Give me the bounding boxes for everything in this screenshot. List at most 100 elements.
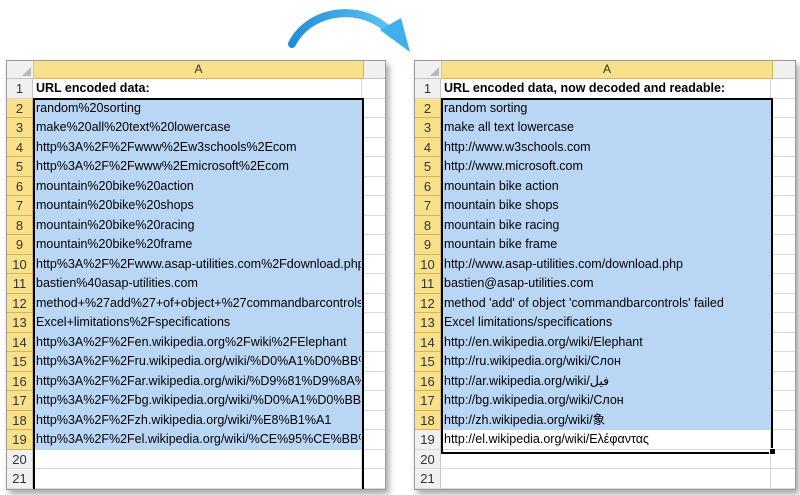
cell-a4[interactable]: http://www.w3schools.com (441, 137, 771, 157)
row-header[interactable]: 1 (415, 79, 441, 99)
cell-a20[interactable] (441, 449, 771, 469)
cell-b12[interactable] (771, 294, 795, 313)
cell-b7[interactable] (771, 196, 795, 216)
cell-b8[interactable] (771, 216, 795, 235)
row-header[interactable]: 7 (415, 196, 441, 216)
row-header[interactable]: 1 (7, 79, 33, 99)
cell-b12[interactable] (362, 294, 385, 313)
cell-a9[interactable]: mountain bike frame (441, 235, 771, 255)
cell-a8[interactable]: mountain%20bike%20racing (33, 215, 362, 235)
row-header[interactable]: 20 (7, 449, 33, 469)
cell-a19[interactable]: http://el.wikipedia.org/wiki/Ελέφαντας (441, 430, 771, 450)
cell-b11[interactable] (362, 274, 385, 294)
cell-b19[interactable] (362, 430, 385, 450)
row-header[interactable]: 20 (415, 449, 441, 469)
column-header-a[interactable]: A (34, 61, 364, 79)
select-all-corner[interactable] (7, 61, 34, 79)
row-header[interactable]: 17 (7, 391, 33, 411)
cell-b5[interactable] (771, 157, 795, 177)
cell-a11[interactable]: bastien%40asap-utilities.com (33, 274, 362, 294)
cell-b15[interactable] (771, 352, 795, 372)
cell-b20[interactable] (362, 450, 385, 469)
cell-b15[interactable] (362, 352, 385, 372)
cell-b16[interactable] (362, 372, 385, 391)
cell-b5[interactable] (362, 157, 385, 177)
row-header[interactable]: 17 (415, 391, 441, 411)
cell-b19[interactable] (771, 430, 795, 450)
row-header[interactable]: 13 (7, 313, 33, 333)
cell-a18[interactable]: http%3A%2F%2Fzh.wikipedia.org/wiki/%E8%B… (33, 410, 362, 430)
row-header[interactable]: 7 (7, 196, 33, 216)
row-header[interactable]: 12 (7, 293, 33, 313)
row-header[interactable]: 21 (7, 469, 33, 489)
cell-a13[interactable]: Excel+limitations%2Fspecifications (33, 313, 362, 333)
row-header[interactable]: 4 (415, 137, 441, 157)
cell-a9[interactable]: mountain%20bike%20frame (33, 235, 362, 255)
row-header[interactable]: 15 (415, 352, 441, 372)
cell-a16[interactable]: http%3A%2F%2Far.wikipedia.org/wiki/%D9%8… (33, 371, 362, 391)
row-header[interactable]: 5 (7, 157, 33, 177)
cell-b2[interactable] (771, 99, 795, 118)
row-header[interactable]: 9 (415, 235, 441, 255)
cell-a21[interactable] (33, 469, 362, 489)
cell-b13[interactable] (771, 313, 795, 333)
row-header[interactable]: 18 (7, 410, 33, 430)
cell-b7[interactable] (362, 196, 385, 216)
cell-a2[interactable]: random%20sorting (33, 98, 362, 118)
cell-a3[interactable]: make all text lowercase (441, 118, 771, 138)
cell-a3[interactable]: make%20all%20text%20lowercase (33, 118, 362, 138)
cell-b13[interactable] (362, 313, 385, 333)
row-header[interactable]: 3 (415, 118, 441, 138)
cell-a11[interactable]: bastien@asap-utilities.com (441, 274, 771, 294)
fill-handle[interactable] (769, 448, 776, 455)
column-header-b[interactable] (773, 61, 795, 79)
cell-b10[interactable] (362, 255, 385, 274)
row-header[interactable]: 2 (7, 98, 33, 118)
cell-b17[interactable] (362, 391, 385, 411)
cell-a21[interactable] (441, 469, 771, 489)
cell-b11[interactable] (771, 274, 795, 294)
row-header[interactable]: 14 (7, 332, 33, 352)
cell-b4[interactable] (771, 138, 795, 157)
cell-b10[interactable] (771, 255, 795, 274)
row-header[interactable]: 2 (415, 98, 441, 118)
cell-b16[interactable] (771, 372, 795, 391)
cell-b17[interactable] (771, 391, 795, 411)
cell-b18[interactable] (362, 411, 385, 430)
cell-a2[interactable]: random sorting (441, 98, 771, 118)
row-header[interactable]: 14 (415, 332, 441, 352)
row-header[interactable]: 10 (415, 254, 441, 274)
cell-a8[interactable]: mountain bike racing (441, 215, 771, 235)
cell-b1[interactable] (771, 79, 795, 99)
cell-b14[interactable] (362, 333, 385, 352)
cell-b9[interactable] (771, 235, 795, 255)
cell-b6[interactable] (771, 177, 795, 196)
cell-a10[interactable]: http://www.asap-utilities.com/download.p… (441, 254, 771, 274)
cell-a18[interactable]: http://zh.wikipedia.org/wiki/象 (441, 410, 771, 430)
row-header[interactable]: 6 (415, 176, 441, 196)
cell-a12[interactable]: method+%27add%27+of+object+%27commandbar… (33, 293, 362, 313)
row-header[interactable]: 8 (415, 215, 441, 235)
cell-a6[interactable]: mountain bike action (441, 176, 771, 196)
cell-b9[interactable] (362, 235, 385, 255)
select-all-corner[interactable] (415, 61, 442, 79)
cell-a13[interactable]: Excel limitations/specifications (441, 313, 771, 333)
row-header[interactable]: 5 (415, 157, 441, 177)
row-header[interactable]: 19 (7, 430, 33, 450)
cell-a4[interactable]: http%3A%2F%2Fwww%2Ew3schools%2Ecom (33, 137, 362, 157)
column-header-b[interactable] (364, 61, 385, 79)
row-header[interactable]: 19 (415, 430, 441, 450)
row-header[interactable]: 11 (415, 274, 441, 294)
row-header[interactable]: 9 (7, 235, 33, 255)
row-header[interactable]: 16 (7, 371, 33, 391)
cell-a7[interactable]: mountain%20bike%20shops (33, 196, 362, 216)
cell-b21[interactable] (771, 469, 795, 489)
cell-a1[interactable]: URL encoded data, now decoded and readab… (441, 79, 771, 99)
row-header[interactable]: 8 (7, 215, 33, 235)
cell-a19[interactable]: http%3A%2F%2Fel.wikipedia.org/wiki/%CE%9… (33, 430, 362, 450)
cell-a17[interactable]: http://bg.wikipedia.org/wiki/Слон (441, 391, 771, 411)
cell-a15[interactable]: http%3A%2F%2Fru.wikipedia.org/wiki/%D0%A… (33, 352, 362, 372)
cell-a14[interactable]: http%3A%2F%2Fen.wikipedia.org%2Fwiki%2FE… (33, 332, 362, 352)
row-header[interactable]: 11 (7, 274, 33, 294)
cell-a15[interactable]: http://ru.wikipedia.org/wiki/Слон (441, 352, 771, 372)
